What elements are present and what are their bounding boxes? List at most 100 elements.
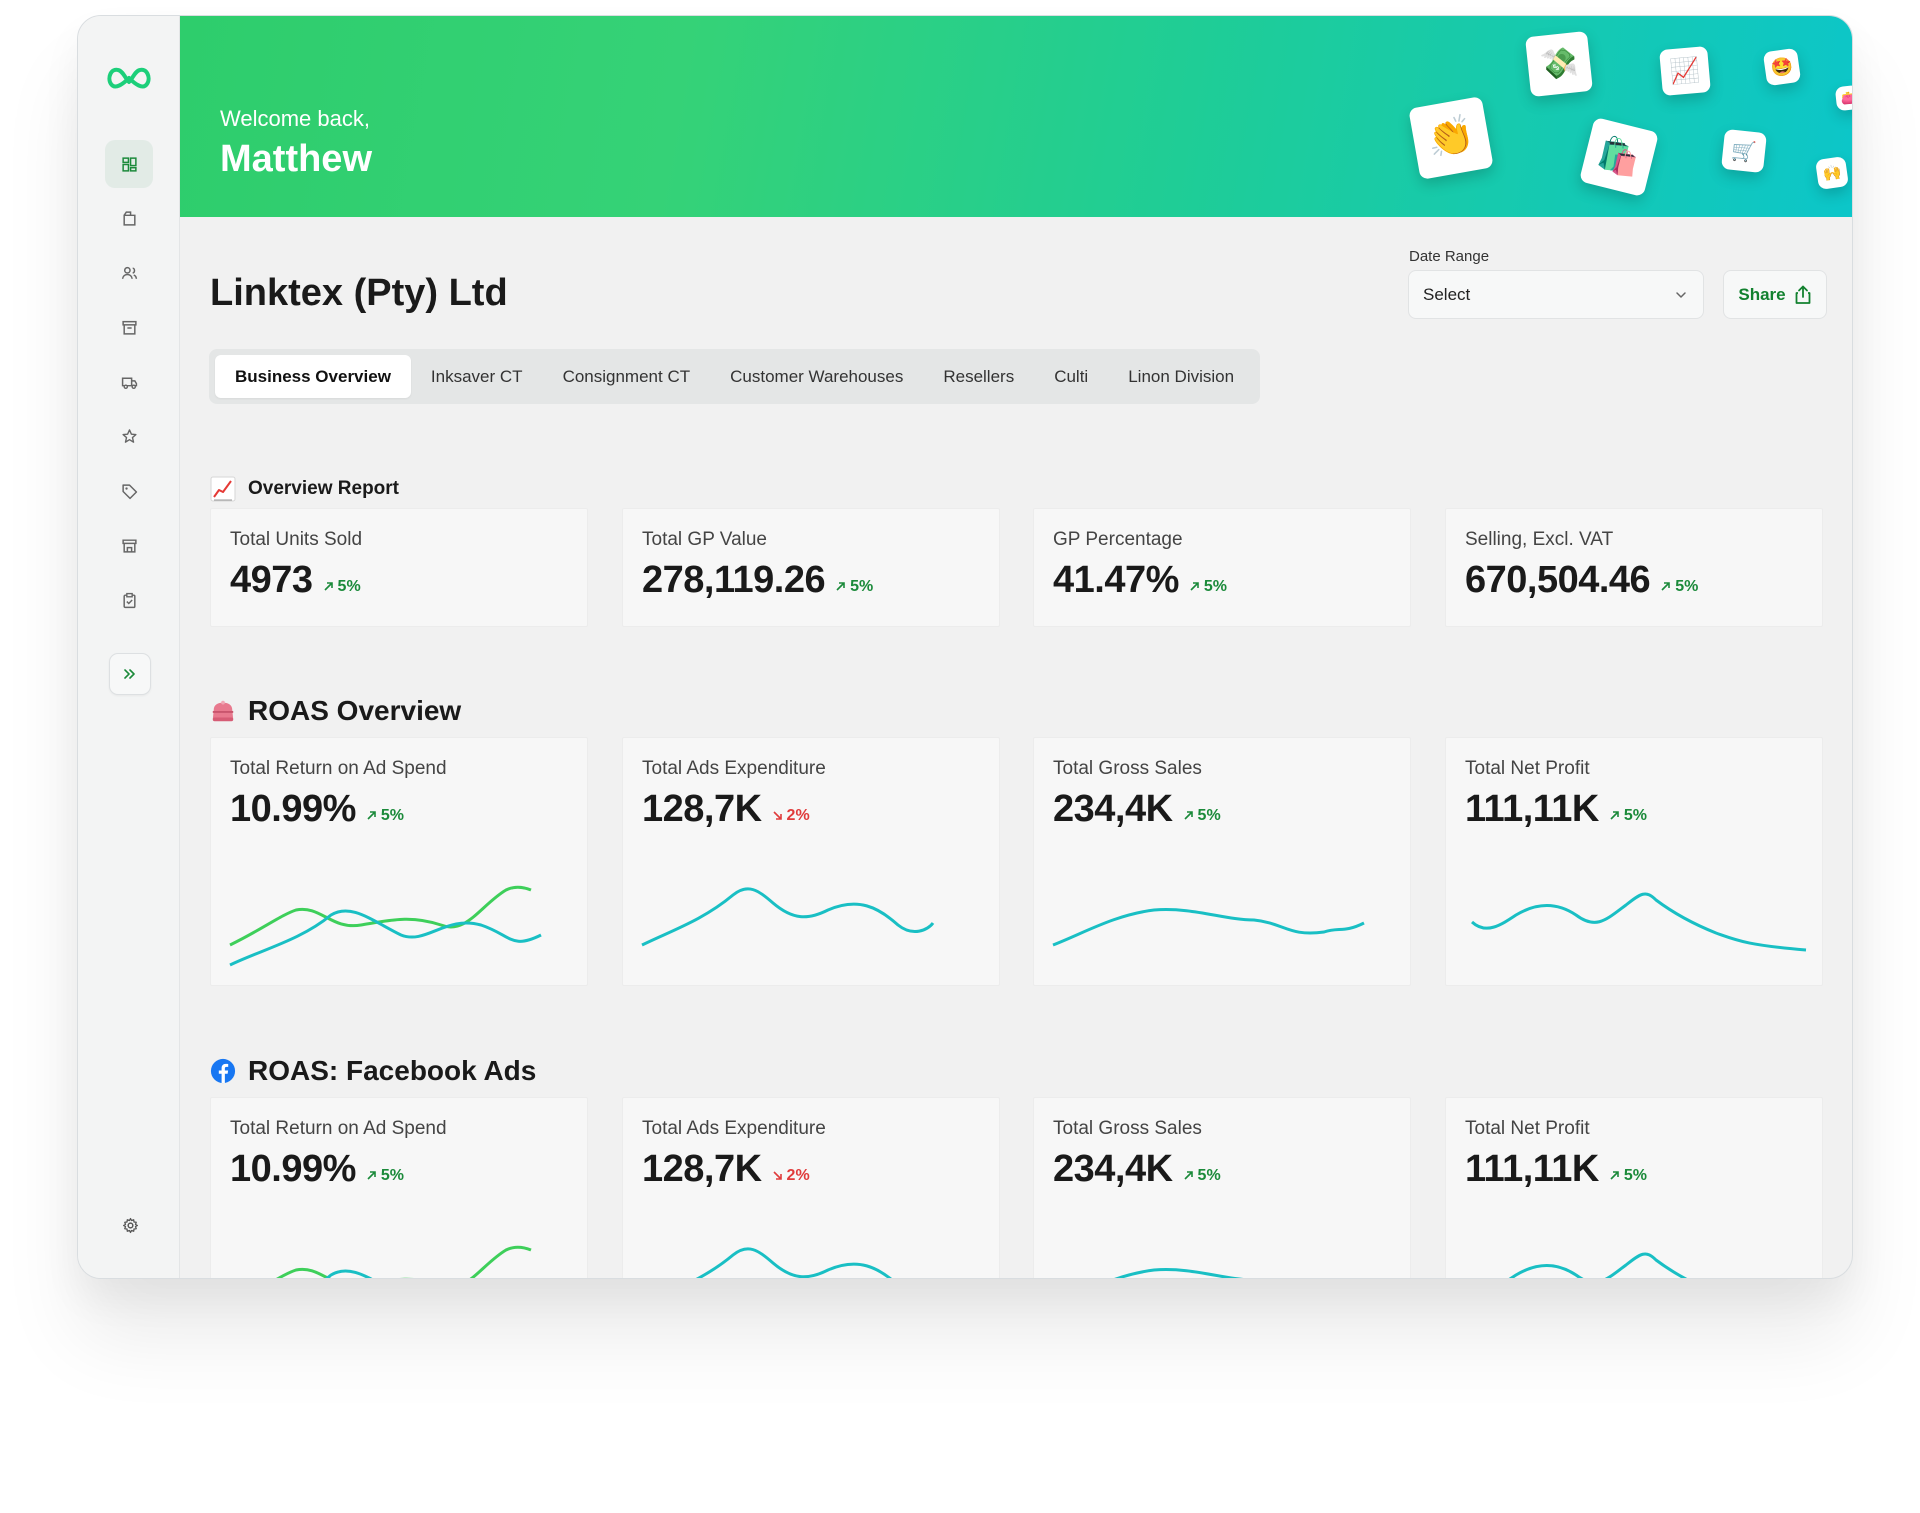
- card-label: Total Return on Ad Spend: [230, 758, 447, 779]
- roas-card-return: Total Return on Ad Spend 10.99% 5%: [210, 737, 588, 986]
- sidebar-expand-button[interactable]: [109, 653, 151, 695]
- delta-badge: 5%: [1609, 807, 1647, 825]
- overview-card-gp-value: Total GP Value 278,119.26 5%: [622, 508, 1000, 627]
- gear-icon: [122, 1217, 138, 1233]
- delta-badge: 5%: [323, 578, 361, 596]
- metric-value: 128,7K: [642, 788, 762, 830]
- roas-section-title: ROAS Overview: [210, 695, 461, 727]
- facebook-card-expenditure: Total Ads Expenditure 128,7K 2%: [622, 1097, 1000, 1278]
- clipboard-icon: [122, 592, 136, 608]
- delta-value: 5%: [1623, 806, 1648, 824]
- sidebar-item-delivery[interactable]: [105, 358, 153, 406]
- delta-badge: 2%: [772, 807, 810, 825]
- delta-badge: 5%: [835, 578, 873, 596]
- card-value: 234,4K 5%: [1053, 1148, 1221, 1191]
- sidebar-item-tags[interactable]: [105, 467, 153, 515]
- sidebar-item-favorites[interactable]: [105, 412, 153, 460]
- chevron-down-icon: [1676, 292, 1686, 298]
- card-label: Total Units Sold: [230, 529, 363, 550]
- metric-value: 10.99%: [230, 1148, 356, 1190]
- app-logo[interactable]: [105, 60, 153, 92]
- card-label: Total GP Value: [642, 529, 767, 550]
- sparkline: [641, 887, 935, 947]
- arrow-up-right-icon: [367, 1171, 376, 1180]
- sidebar-item-store[interactable]: [105, 521, 153, 569]
- metric-value: 128,7K: [642, 1148, 762, 1190]
- date-range-select[interactable]: Select: [1408, 270, 1704, 319]
- card-value: 128,7K 2%: [642, 1148, 810, 1191]
- delta-badge: 5%: [1660, 578, 1698, 596]
- roas-card-net-profit: Total Net Profit 111,11K 5%: [1445, 737, 1823, 986]
- card-label: Total Return on Ad Spend: [230, 1118, 447, 1139]
- delta-badge: 5%: [366, 807, 404, 825]
- card-value: 41.47% 5%: [1053, 559, 1227, 602]
- arrow-up-right-icon: [1190, 582, 1199, 591]
- card-label: Total Gross Sales: [1053, 1118, 1202, 1139]
- arrow-up-right-icon: [1183, 811, 1193, 820]
- card-label: GP Percentage: [1053, 529, 1183, 550]
- tag-icon: [121, 483, 137, 499]
- facebook-card-return: Total Return on Ad Spend 10.99% 5%: [210, 1097, 588, 1278]
- card-label: Total Net Profit: [1465, 758, 1590, 779]
- arrow-down-right-icon: [772, 811, 782, 820]
- card-label: Selling, Excl. VAT: [1465, 529, 1614, 550]
- metric-value: 10.99%: [230, 788, 356, 830]
- welcome-banner: Welcome back, Matthew 👏 💸 📈 🛍️ 🤩 🛒 👛 🙌: [180, 16, 1852, 217]
- facebook-title: ROAS: Facebook Ads: [248, 1055, 537, 1086]
- metric-value: 111,11K: [1465, 788, 1599, 830]
- share-button[interactable]: Share: [1723, 270, 1827, 319]
- tab-bar: Business Overview Inksaver CT Consignmen…: [209, 349, 1261, 404]
- delta-value: 5%: [1203, 577, 1228, 595]
- card-value: 10.99% 5%: [230, 1148, 404, 1191]
- sidebar-item-users[interactable]: [105, 249, 153, 297]
- sidebar: [78, 16, 180, 1278]
- delta-badge: 5%: [1189, 578, 1227, 596]
- date-range-label: Date Range: [1409, 248, 1490, 265]
- sparkline: [1052, 908, 1365, 947]
- star-icon: [121, 428, 137, 443]
- share-label: Share: [1738, 284, 1786, 304]
- sidebar-item-archive[interactable]: [105, 303, 153, 351]
- sparkline: [1470, 892, 1807, 952]
- money-wings-icon: 💸: [1525, 30, 1593, 98]
- settings-button[interactable]: [109, 1204, 151, 1246]
- tab-resellers[interactable]: Resellers: [923, 355, 1034, 398]
- sidebar-item-tasks[interactable]: [105, 576, 153, 624]
- tab-inksaver-ct[interactable]: Inksaver CT: [411, 355, 543, 398]
- card-value: 670,504.46 5%: [1465, 559, 1698, 602]
- raising-hands-icon: 🙌: [1815, 156, 1849, 190]
- tab-consignment-ct[interactable]: Consignment CT: [543, 355, 711, 398]
- arrow-up-right-icon: [367, 811, 376, 820]
- tab-business-overview[interactable]: Business Overview: [215, 355, 411, 398]
- card-label: Total Ads Expenditure: [642, 758, 826, 779]
- tab-customer-warehouses[interactable]: Customer Warehouses: [710, 355, 923, 398]
- app-window: Welcome back, Matthew 👏 💸 📈 🛍️ 🤩 🛒 👛 🙌 L…: [77, 15, 1853, 1279]
- tab-linon-division[interactable]: Linon Division: [1108, 355, 1254, 398]
- store-icon: [121, 538, 137, 553]
- overview-card-units: Total Units Sold 4973 5%: [210, 508, 588, 627]
- arrow-up-right-icon: [323, 582, 333, 591]
- chevrons-right-icon: [124, 669, 135, 679]
- arrow-down-right-icon: [772, 1171, 782, 1180]
- chart-sticker-icon: 📈: [1659, 45, 1711, 97]
- truck-icon: [121, 377, 137, 389]
- card-value: 111,11K 5%: [1465, 788, 1647, 831]
- sparkline: [1508, 1252, 1688, 1278]
- card-label: Total Net Profit: [1465, 1118, 1590, 1139]
- sidebar-item-products[interactable]: [105, 194, 153, 242]
- facebook-card-gross-sales: Total Gross Sales 234,4K 5%: [1033, 1097, 1411, 1278]
- delta-value: 5%: [1197, 806, 1221, 824]
- delta-value: 5%: [1675, 577, 1699, 595]
- card-label: Total Gross Sales: [1053, 758, 1202, 779]
- card-value: 111,11K 5%: [1465, 1148, 1647, 1191]
- purse-icon: [210, 698, 236, 724]
- tab-culti[interactable]: Culti: [1034, 355, 1108, 398]
- sidebar-item-dashboard[interactable]: [105, 140, 153, 188]
- delta-value: 5%: [1623, 1166, 1648, 1184]
- metric-value: 4973: [230, 559, 313, 601]
- arrow-up-right-icon: [836, 582, 845, 591]
- welcome-text: Welcome back,: [220, 106, 370, 131]
- arrow-up-right-icon: [1610, 1171, 1619, 1180]
- facebook-card-net-profit: Total Net Profit 111,11K 5%: [1445, 1097, 1823, 1278]
- delta-badge: 5%: [1183, 807, 1221, 825]
